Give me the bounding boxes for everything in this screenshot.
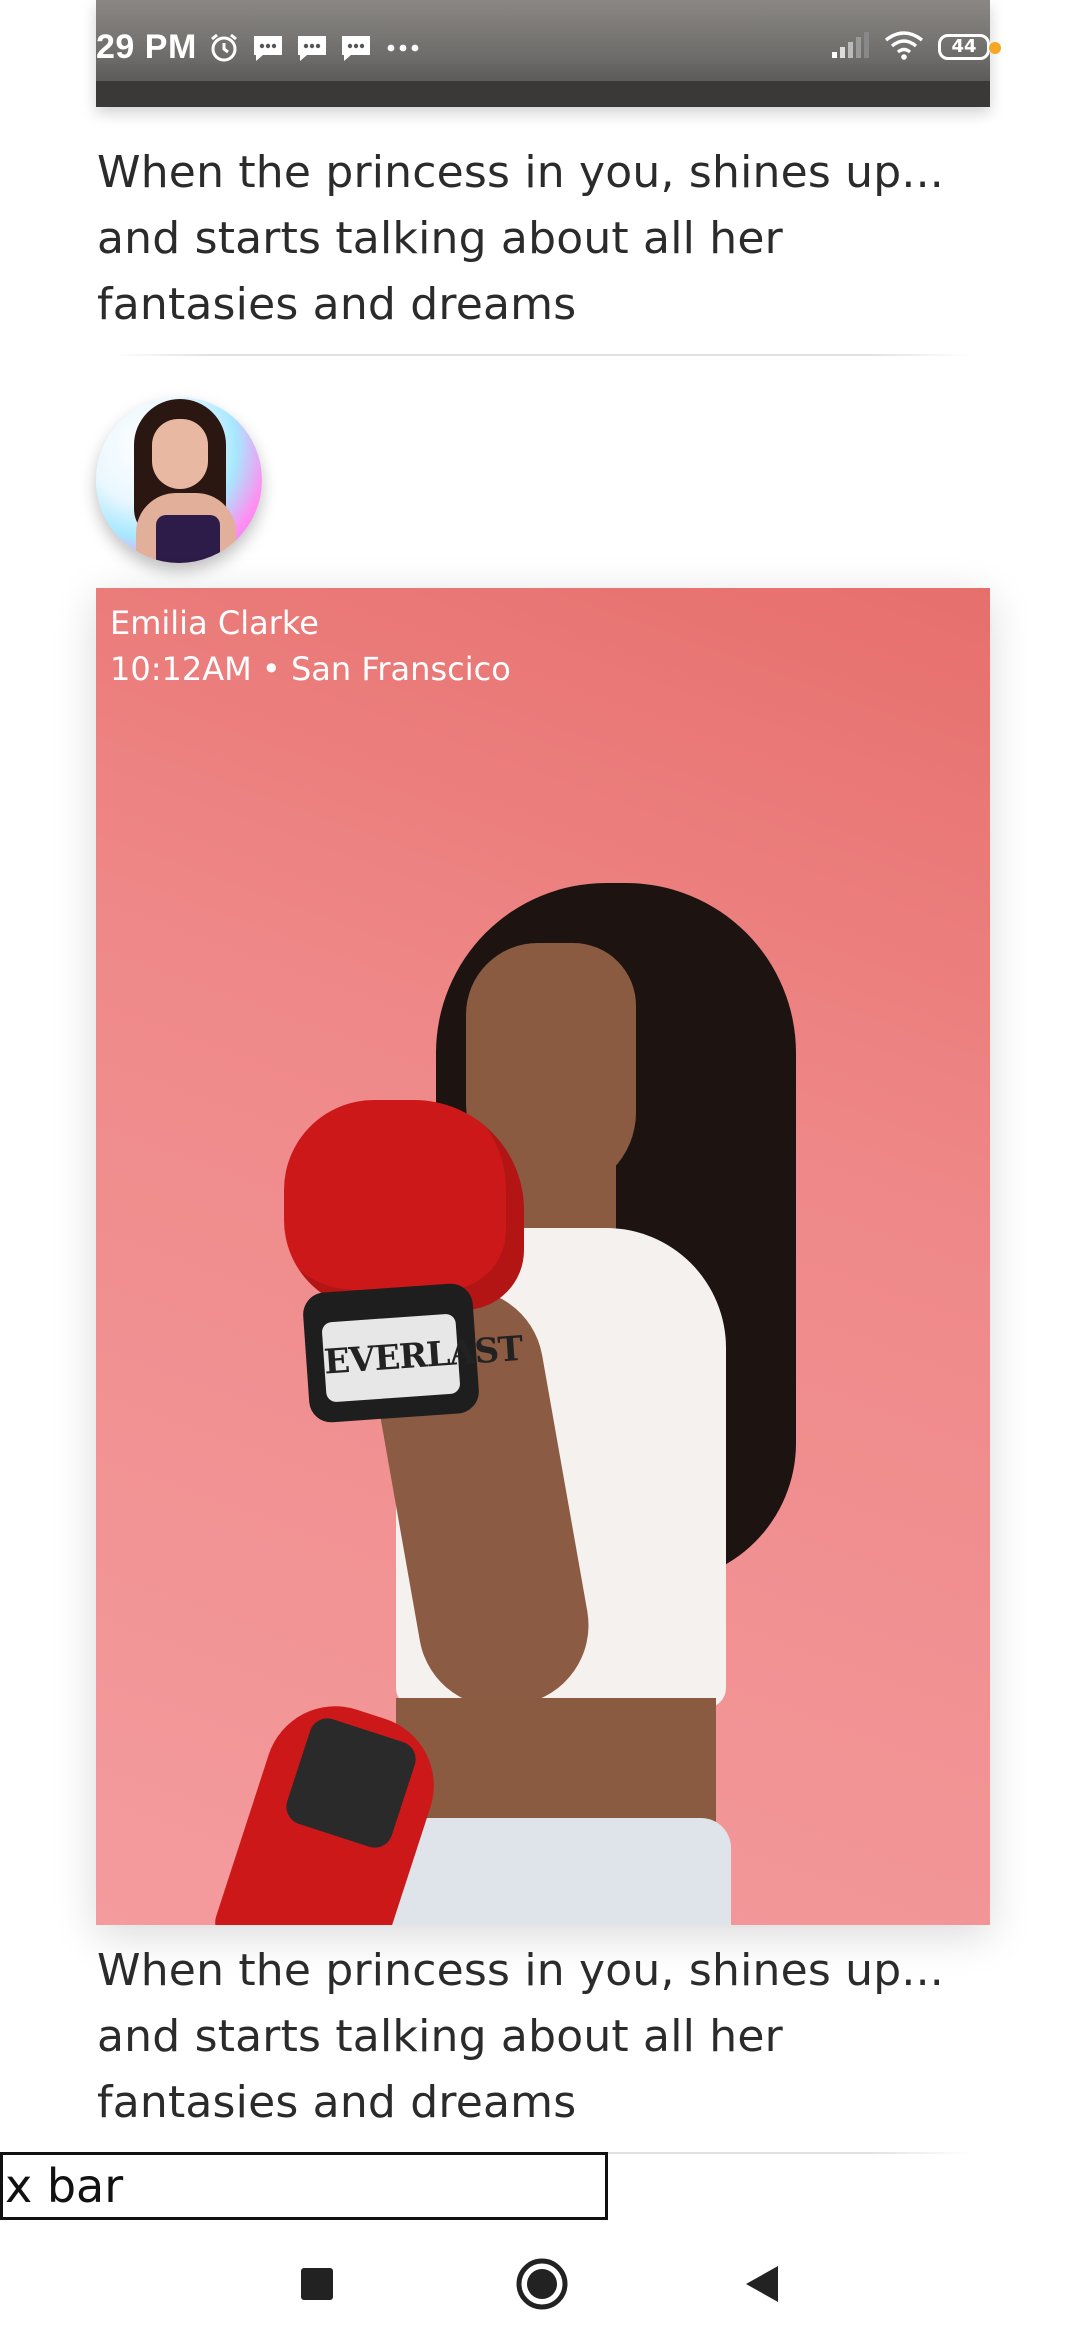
avatar-face [152, 419, 208, 489]
alarm-icon [207, 31, 241, 65]
recents-square-icon[interactable] [285, 2252, 349, 2316]
post-time-location: 10:12AM • San Franscico [110, 650, 511, 688]
battery-charging-dot [989, 42, 1001, 54]
photo-midriff [396, 1698, 716, 1828]
author-avatar[interactable] [96, 397, 262, 563]
photo-boxing-glove [284, 1100, 524, 1310]
home-circle-icon[interactable] [510, 2252, 574, 2316]
post-author-name[interactable]: Emilia Clarke [110, 600, 319, 646]
glove-brand-label: EVERLAST [321, 1313, 524, 1403]
status-bar: 29 PM 44 [96, 22, 1001, 78]
navigation-bar [0, 2230, 1080, 2340]
message-icon [295, 31, 329, 65]
avatar-dress [156, 515, 220, 563]
status-time: 29 PM [96, 28, 197, 66]
message-icon [339, 31, 373, 65]
post-caption: When the princess in you, shines up... a… [97, 147, 944, 330]
post-caption: When the princess in you, shines up... a… [97, 1945, 944, 2128]
back-triangle-icon[interactable] [730, 2252, 794, 2316]
battery-level: 44 [951, 36, 977, 57]
photo-jeans [381, 1818, 731, 1925]
wifi-icon [884, 30, 924, 64]
message-icon [251, 31, 285, 65]
post-image-card[interactable]: Emilia Clarke 10:12AM • San Franscico EV… [96, 588, 990, 1925]
search-input[interactable]: x bar [0, 2152, 608, 2220]
battery-icon: 44 [938, 34, 1001, 60]
more-dots-icon [383, 31, 419, 65]
post-divider [110, 354, 970, 356]
image-floor [96, 81, 990, 107]
status-right: 44 [830, 30, 1001, 64]
signal-icon [830, 30, 870, 64]
status-left: 29 PM [96, 28, 419, 67]
